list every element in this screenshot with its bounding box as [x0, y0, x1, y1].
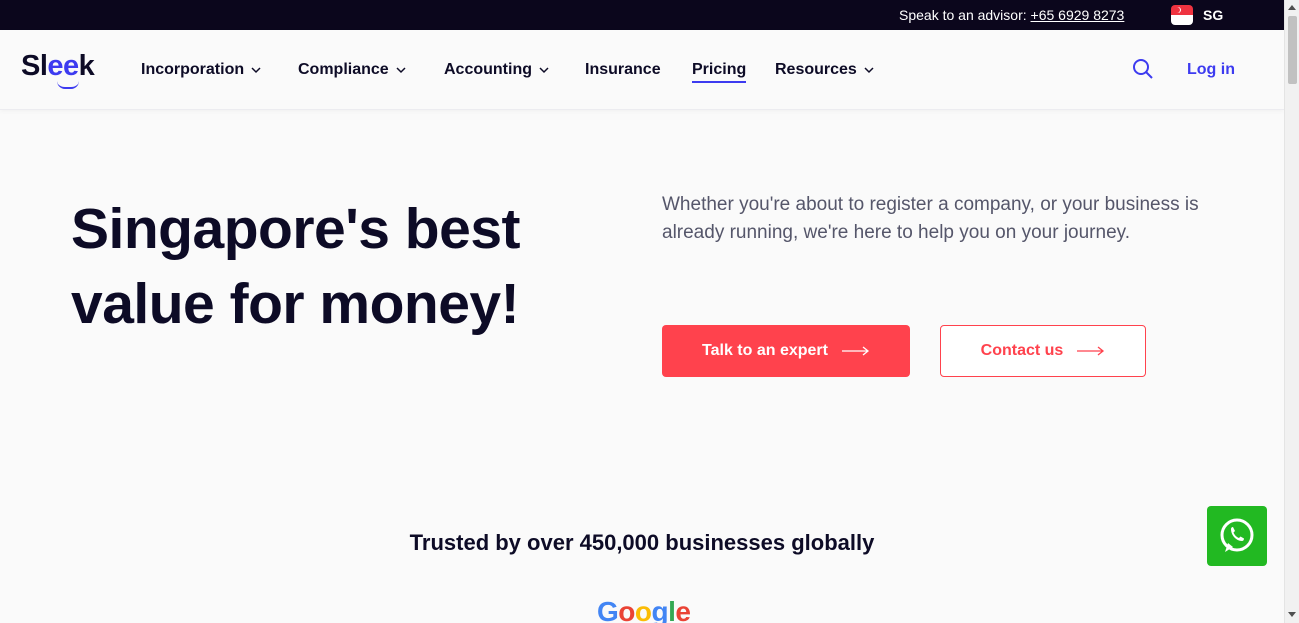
whatsapp-button[interactable] — [1207, 506, 1267, 566]
hero-subtext: Whether you're about to register a compa… — [662, 194, 1199, 243]
scroll-up-icon[interactable] — [1288, 5, 1296, 10]
region-selector[interactable]: SG — [1203, 7, 1223, 23]
logo-smile-icon — [57, 81, 79, 89]
page-scrollbar[interactable] — [1284, 0, 1299, 623]
search-icon[interactable] — [1132, 58, 1154, 80]
login-link[interactable]: Log in — [1187, 61, 1235, 79]
arrow-right-icon — [1077, 346, 1105, 356]
main-nav: Sleek Incorporation Compliance Accountin… — [0, 30, 1284, 110]
sleek-logo[interactable]: Sleek — [21, 50, 95, 89]
headline-line-2: value for money! — [71, 272, 520, 336]
whatsapp-icon — [1220, 518, 1254, 552]
scrollbar-thumb[interactable] — [1288, 16, 1297, 84]
talk-to-expert-button[interactable]: Talk to an expert — [662, 325, 910, 377]
chevron-down-icon — [539, 67, 549, 74]
google-logo: Google — [597, 596, 691, 623]
nav-item-incorporation[interactable]: Incorporation — [141, 61, 262, 79]
trusted-heading: Trusted by over 450,000 businesses globa… — [409, 530, 875, 555]
contact-us-button[interactable]: Contact us — [940, 325, 1146, 377]
nav-item-accounting[interactable]: Accounting — [444, 61, 550, 79]
nav-item-insurance[interactable]: Insurance — [585, 61, 661, 79]
top-bar: Speak to an advisor: +65 6929 8273 SG — [0, 0, 1284, 30]
advisor-text: Speak to an advisor: +65 6929 8273 — [899, 7, 1124, 23]
chevron-down-icon — [396, 67, 406, 74]
headline-line-1: Singapore's best — [71, 197, 521, 261]
chevron-down-icon — [864, 67, 874, 74]
advisor-phone-link[interactable]: +65 6929 8273 — [1031, 7, 1125, 23]
nav-item-resources[interactable]: Resources — [775, 61, 875, 79]
hero-headline: Singapore's best value for money! — [71, 192, 611, 342]
scroll-down-icon[interactable] — [1288, 612, 1296, 617]
singapore-flag-icon[interactable] — [1171, 5, 1193, 25]
chevron-down-icon — [251, 67, 261, 74]
nav-item-compliance[interactable]: Compliance — [298, 61, 407, 79]
arrow-right-icon — [841, 346, 870, 356]
nav-item-pricing[interactable]: Pricing — [692, 61, 747, 83]
advisor-label: Speak to an advisor: — [899, 7, 1031, 23]
